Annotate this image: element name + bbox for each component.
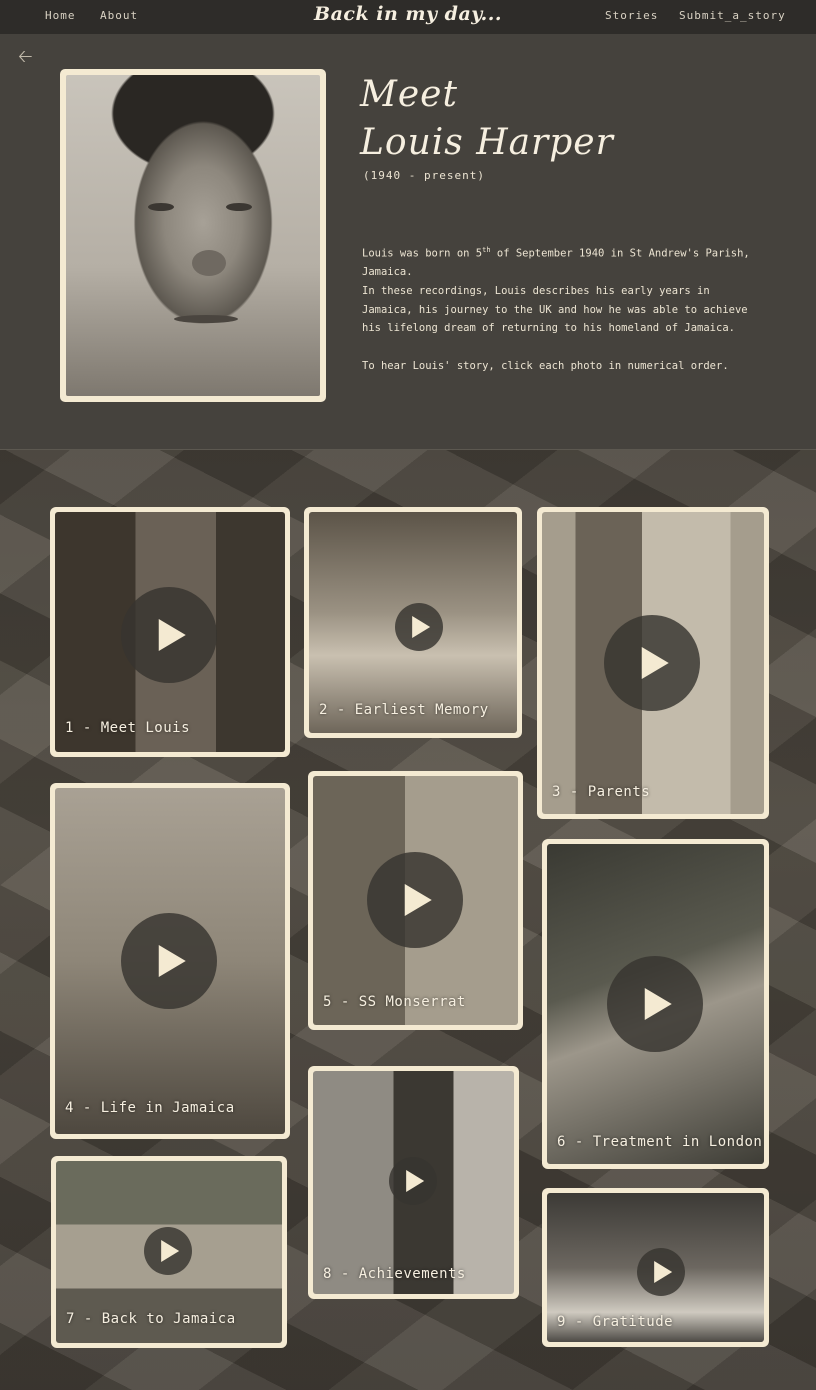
play-icon[interactable] [604,615,700,711]
page-title-line1: Meet [360,74,458,115]
play-icon[interactable] [395,603,443,651]
portrait-frame [60,69,326,402]
video-caption: 3 - Parents [552,784,651,800]
play-icon[interactable] [389,1157,437,1205]
play-icon[interactable] [144,1227,192,1275]
arrow-left-icon[interactable]: 🡠 [18,44,33,74]
play-icon[interactable] [607,956,703,1052]
video-caption: 9 - Gratitude [557,1314,674,1330]
play-icon[interactable] [637,1248,685,1296]
bio-text: Louis was born on 5th of September 1940 … [362,241,752,375]
play-icon[interactable] [367,852,463,948]
video-caption: 4 - Life in Jamaica [65,1100,235,1116]
portrait-eye [226,203,252,211]
top-nav: Home About Back in my day... Stories Sub… [0,0,816,34]
video-thumbnail: 3 - Parents [542,512,764,814]
video-card-1[interactable]: 1 - Meet Louis [50,507,290,757]
portrait-mouth [174,315,238,323]
video-card-7[interactable]: 7 - Back to Jamaica [51,1156,287,1348]
video-card-3[interactable]: 3 - Parents [537,507,769,819]
play-icon[interactable] [121,913,217,1009]
nav-submit-story-link[interactable]: Submit_a_story [679,9,786,22]
video-thumbnail: 7 - Back to Jamaica [56,1161,282,1343]
video-caption: 1 - Meet Louis [65,720,191,736]
video-caption: 2 - Earliest Memory [319,702,489,718]
video-caption: 7 - Back to Jamaica [66,1311,236,1327]
nav-stories-link[interactable]: Stories [605,9,658,22]
life-dates: (1940 - present) [363,169,485,182]
portrait-nose [192,250,226,276]
video-card-9[interactable]: 9 - Gratitude [542,1188,769,1347]
bio-paragraph-recordings: In these recordings, Louis describes his… [362,284,748,335]
video-thumbnail: 9 - Gratitude [547,1193,764,1342]
portrait-eye [148,203,174,211]
video-thumbnail: 4 - Life in Jamaica [55,788,285,1134]
video-thumbnail: 6 - Treatment in London [547,844,764,1164]
video-caption: 8 - Achievements [323,1266,466,1282]
portrait-photo [66,75,320,396]
video-caption: 5 - SS Monserrat [323,994,466,1010]
bio-paragraph-instructions: To hear Louis' story, click each photo i… [362,359,729,372]
video-caption: 6 - Treatment in London [557,1134,763,1150]
play-icon[interactable] [121,587,217,683]
video-card-8[interactable]: 8 - Achievements [308,1066,519,1299]
video-thumbnail: 2 - Earliest Memory [309,512,517,733]
video-thumbnail: 8 - Achievements [313,1071,514,1294]
bio-paragraph-birth: Louis was born on 5th of September 1940 … [362,246,750,279]
video-card-2[interactable]: 2 - Earliest Memory [304,507,522,738]
video-card-5[interactable]: 5 - SS Monserrat [308,771,523,1030]
video-gallery: 1 - Meet Louis 2 - Earliest Memory 3 - P… [0,449,816,1390]
video-card-6[interactable]: 6 - Treatment in London [542,839,769,1169]
video-card-4[interactable]: 4 - Life in Jamaica [50,783,290,1139]
page-title-line2: Louis Harper [360,122,614,163]
video-thumbnail: 1 - Meet Louis [55,512,285,752]
video-thumbnail: 5 - SS Monserrat [313,776,518,1025]
hero-section: 🡠 Meet Louis Harper (1940 - present) Lou… [0,34,816,449]
